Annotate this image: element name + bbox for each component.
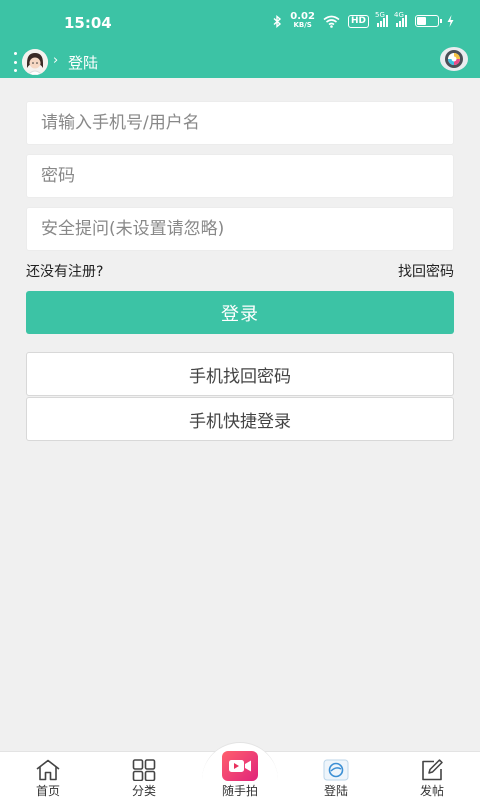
tab-post[interactable]: 发帖 bbox=[384, 752, 480, 800]
tab-snapshot[interactable]: 随手拍 bbox=[192, 751, 288, 800]
page-title: 登陆 bbox=[68, 54, 99, 72]
security-question-field[interactable] bbox=[26, 207, 454, 251]
bottom-tab-bar: 首页 分类 随手拍 登陆 发帖 bbox=[0, 742, 480, 800]
bluetooth-icon bbox=[273, 14, 282, 28]
tab-category[interactable]: 分类 bbox=[96, 752, 192, 800]
grid-icon bbox=[131, 759, 157, 781]
tab-home[interactable]: 首页 bbox=[0, 752, 96, 800]
tab-label: 分类 bbox=[131, 784, 156, 798]
register-link[interactable]: 还没有注册? bbox=[26, 261, 103, 281]
hd-badge: HD bbox=[347, 14, 369, 28]
password-field[interactable] bbox=[26, 154, 454, 198]
theme-palette-icon[interactable] bbox=[440, 47, 468, 71]
video-camera-icon bbox=[222, 751, 258, 781]
tab-label: 登陆 bbox=[323, 784, 348, 798]
edit-icon bbox=[419, 759, 445, 781]
forgot-password-link[interactable]: 找回密码 bbox=[398, 261, 454, 281]
home-icon bbox=[35, 759, 61, 781]
tab-label: 随手拍 bbox=[221, 784, 258, 798]
login-button[interactable]: 登录 bbox=[26, 291, 454, 334]
battery-icon bbox=[415, 15, 442, 27]
username-field[interactable] bbox=[26, 101, 454, 145]
tab-label: 首页 bbox=[35, 784, 60, 798]
app-header: › 登陆 bbox=[0, 46, 480, 78]
login-avatar-icon bbox=[323, 759, 349, 781]
status-time: 15:04 bbox=[64, 14, 112, 32]
status-icons: 0.02 KB/S HD 5G 4G bbox=[273, 11, 454, 30]
phone-recover-password-button[interactable]: 手机找回密码 bbox=[26, 352, 454, 396]
more-vertical-icon[interactable] bbox=[14, 52, 18, 72]
password-input[interactable] bbox=[27, 155, 453, 197]
avatar[interactable] bbox=[22, 49, 48, 75]
security-question-input[interactable] bbox=[27, 208, 453, 250]
wifi-icon bbox=[323, 15, 340, 28]
status-bar: 15:04 0.02 KB/S HD 5G 4G bbox=[0, 0, 480, 46]
username-input[interactable] bbox=[27, 102, 453, 144]
phone-quick-login-button[interactable]: 手机快捷登录 bbox=[26, 397, 454, 441]
network-speed: 0.02 KB/S bbox=[290, 11, 315, 30]
signal-4g-icon: 4G bbox=[394, 11, 407, 27]
tab-login[interactable]: 登陆 bbox=[288, 752, 384, 800]
tab-label: 发帖 bbox=[419, 784, 444, 798]
signal-5g-icon: 5G bbox=[375, 11, 388, 27]
breadcrumb-chevron-icon: › bbox=[53, 53, 59, 68]
charging-icon bbox=[447, 15, 454, 27]
